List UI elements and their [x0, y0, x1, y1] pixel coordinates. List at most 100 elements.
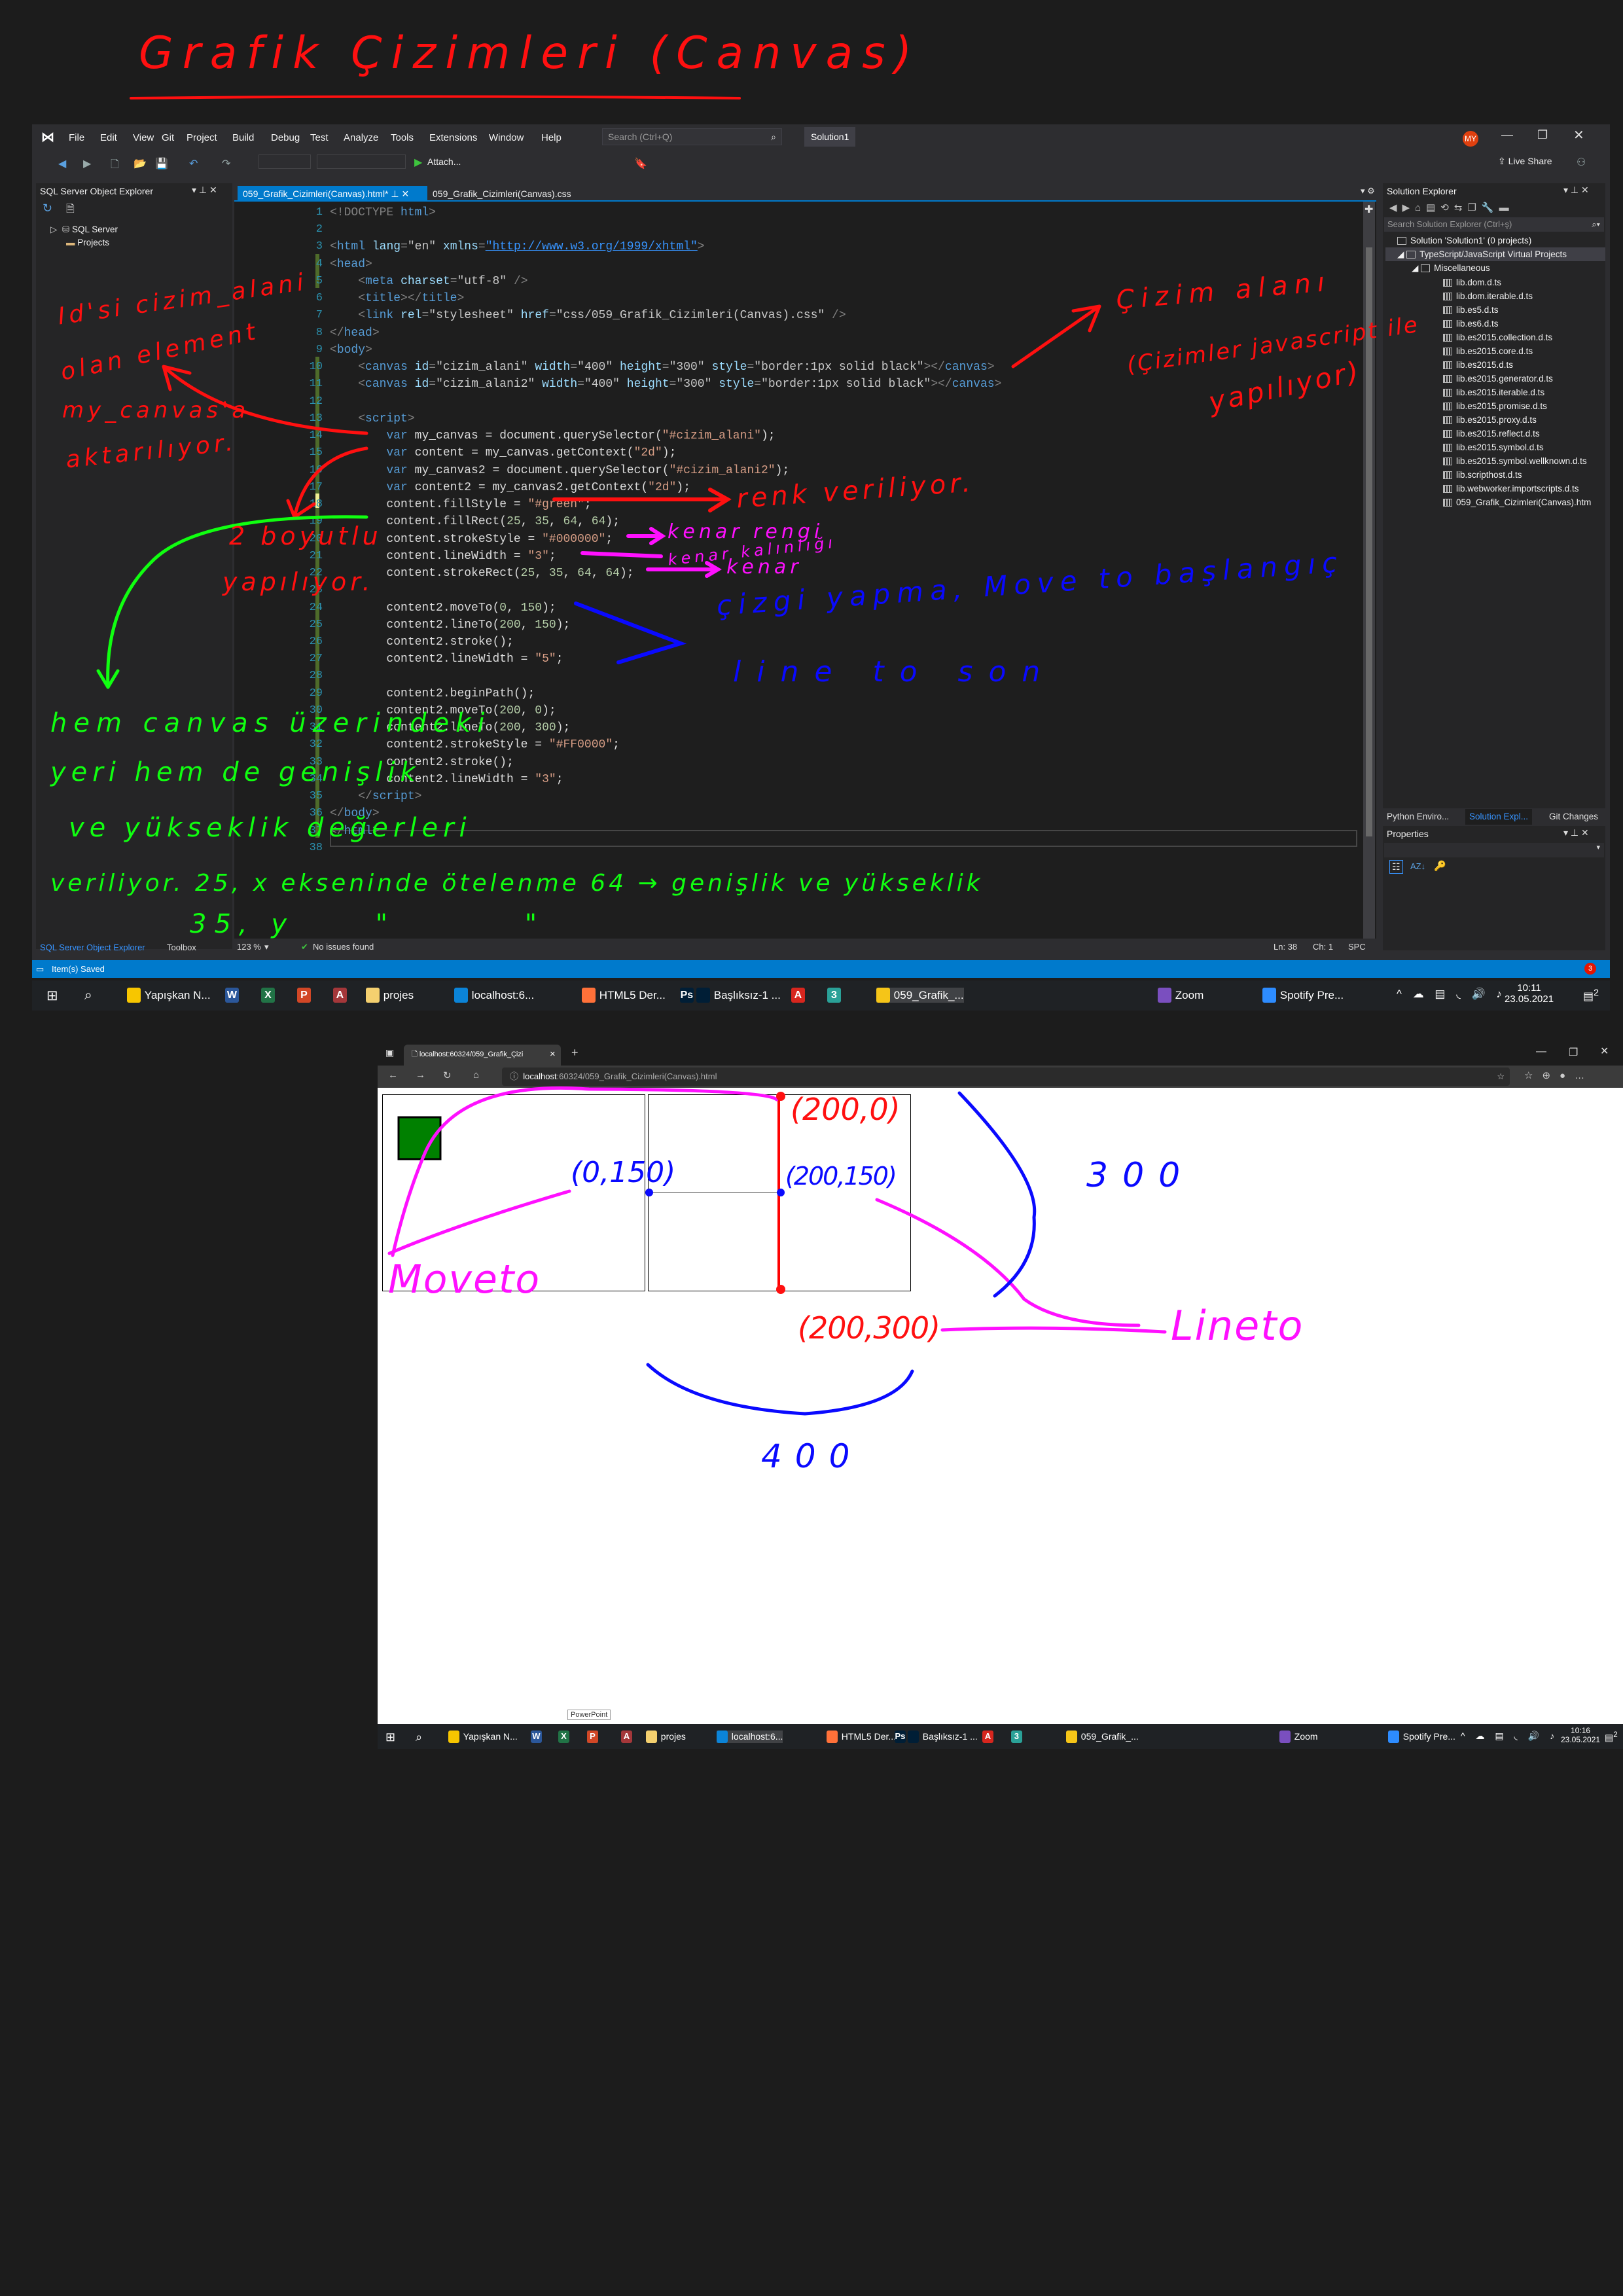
solution-file-item[interactable]: lib.es6.d.ts — [1443, 317, 1499, 331]
solution-file-item[interactable]: lib.dom.iterable.d.ts — [1443, 289, 1533, 303]
left-tab-sql[interactable]: SQL Server Object Explorer — [40, 942, 145, 952]
solution-search-input[interactable]: Search Solution Explorer (Ctrl+ş) ⌕▾ — [1384, 217, 1604, 232]
menu-file[interactable]: File — [69, 132, 84, 143]
solution-file-item[interactable]: lib.es2015.iterable.d.ts — [1443, 386, 1544, 399]
menu-extensions[interactable]: Extensions — [429, 132, 477, 143]
clock[interactable]: 10:16 23.05.2021 — [1561, 1726, 1600, 1744]
taskbar-app-10[interactable]: A — [982, 1731, 993, 1743]
panel-menu-icons[interactable]: ▾ ⊥ ✕ — [1563, 827, 1589, 838]
taskbar-app-7[interactable]: HTML5 Der... — [827, 1731, 896, 1743]
tab-overflow-icons[interactable]: ▾ ⚙ — [1361, 186, 1375, 196]
browser-tab[interactable]: 🗋 localhost:60324/059_Grafik_Çizi ✕ — [404, 1045, 561, 1066]
taskbar-app-3[interactable]: P — [297, 988, 311, 1003]
open-icon[interactable]: 📂 — [134, 157, 147, 170]
taskbar-app-7[interactable]: HTML5 Der... — [582, 988, 666, 1003]
taskbar-app-1[interactable]: W — [531, 1731, 542, 1743]
categorized-icon[interactable]: ☷ — [1389, 860, 1403, 874]
taskbar-app-1[interactable]: W — [225, 988, 239, 1003]
issues-status[interactable]: No issues found — [313, 940, 374, 954]
menu-project[interactable]: Project — [187, 132, 217, 143]
solution-file-item[interactable]: lib.es2015.d.ts — [1443, 358, 1513, 372]
taskbar-app-6[interactable]: localhost:6... — [717, 1731, 783, 1743]
solution-file-item[interactable]: lib.es2015.symbol.wellknown.d.ts — [1443, 454, 1587, 468]
taskbar-app-2[interactable]: X — [261, 988, 275, 1003]
back-icon[interactable]: ◀ — [58, 157, 66, 170]
bookmark-icon[interactable]: 🔖 — [634, 157, 647, 170]
virtual-projects-node[interactable]: ◢ TypeScript/JavaScript Virtual Projects — [1385, 247, 1605, 261]
add-server-icon[interactable]: 🗎 — [66, 202, 75, 219]
solution-file-item[interactable]: lib.es2015.collection.d.ts — [1443, 331, 1552, 344]
start-button[interactable]: ⊞ — [46, 988, 58, 1004]
minimize-button[interactable]: — — [1536, 1046, 1546, 1058]
back-icon[interactable]: ← — [388, 1069, 398, 1081]
solution-file-item[interactable]: lib.webworker.importscripts.d.ts — [1443, 482, 1579, 495]
start-button[interactable]: ⊞ — [385, 1731, 395, 1744]
menu-help[interactable]: Help — [541, 132, 562, 143]
solution-file-item[interactable]: lib.es2015.promise.d.ts — [1443, 399, 1547, 413]
forward-icon[interactable]: ▶ — [83, 157, 91, 170]
solution-node[interactable]: Solution 'Solution1' (0 projects) — [1397, 234, 1531, 247]
attach-button[interactable]: Attach... — [427, 156, 461, 167]
platform-dropdown[interactable] — [317, 154, 406, 169]
taskbar-app-8[interactable]: Ps — [895, 1731, 906, 1743]
taskbar-app-0[interactable]: Yapışkan N... — [127, 988, 211, 1003]
search-input[interactable]: Search (Ctrl+Q) ⌕ — [602, 128, 782, 145]
taskbar-app-8[interactable]: Ps — [680, 988, 694, 1003]
taskbar-app-9[interactable]: Başlıksız-1 ... — [908, 1731, 978, 1743]
system-tray[interactable]: ^ ☁ ▤ ◟ 🔊 ♪ — [1397, 988, 1506, 1001]
home-icon[interactable]: ⌂ — [473, 1069, 479, 1081]
pin-icon[interactable]: ⊥ — [391, 188, 399, 199]
tab-git-changes[interactable]: Git Changes — [1549, 809, 1598, 825]
taskbar-app-10[interactable]: A — [791, 988, 805, 1003]
solution-file-item[interactable]: lib.es2015.core.d.ts — [1443, 344, 1533, 358]
system-tray[interactable]: ^ ☁ ▤ ◟ 🔊 ♪ — [1461, 1731, 1558, 1742]
config-dropdown[interactable] — [259, 154, 311, 169]
minimize-button[interactable]: — — [1501, 128, 1513, 142]
user-avatar[interactable]: MY — [1463, 131, 1478, 147]
menu-view[interactable]: View — [133, 132, 154, 143]
taskbar-app-9[interactable]: Başlıksız-1 ... — [696, 988, 781, 1003]
menu-test[interactable]: Test — [310, 132, 329, 143]
taskbar-app-5[interactable]: projes — [366, 988, 414, 1003]
close-button[interactable]: ✕ — [1600, 1045, 1609, 1058]
redo-icon[interactable]: ↷ — [222, 157, 230, 170]
taskbar-app-6[interactable]: localhost:6... — [454, 988, 534, 1003]
solution-file-item[interactable]: lib.es2015.generator.d.ts — [1443, 372, 1553, 386]
solution-file-item[interactable]: lib.es2015.symbol.d.ts — [1443, 440, 1544, 454]
indent-mode[interactable]: SPC — [1348, 940, 1366, 954]
notification-center[interactable]: ▤2 — [1583, 988, 1599, 1003]
taskbar-app-4[interactable]: A — [333, 988, 347, 1003]
tab-python-env[interactable]: Python Enviro... — [1387, 809, 1449, 825]
solution-file-item[interactable]: lib.es2015.reflect.d.ts — [1443, 427, 1540, 440]
menu-build[interactable]: Build — [232, 132, 254, 143]
notification-badge[interactable]: 3 — [1584, 963, 1596, 975]
taskbar-app-12[interactable]: 059_Grafik_... — [876, 988, 964, 1003]
solution-file-item[interactable]: lib.es2015.proxy.d.ts — [1443, 413, 1537, 427]
save-icon[interactable]: 💾 — [155, 157, 168, 170]
close-button[interactable]: ✕ — [1573, 127, 1584, 143]
menu-tools[interactable]: Tools — [391, 132, 414, 143]
new-item-icon[interactable]: 🗋 — [111, 157, 119, 175]
solution-file-item[interactable]: lib.dom.d.ts — [1443, 276, 1501, 289]
tab-actions-icon[interactable]: ▣ — [385, 1047, 394, 1058]
live-share-button[interactable]: ⇪ Live Share — [1498, 156, 1552, 167]
feedback-icon[interactable]: ⚇ — [1577, 156, 1586, 169]
tab-solution-explorer[interactable]: Solution Expl... — [1465, 809, 1533, 825]
taskbar-app-0[interactable]: Yapışkan N... — [448, 1731, 518, 1743]
menu-window[interactable]: Window — [489, 132, 524, 143]
restore-button[interactable]: ❐ — [1569, 1046, 1578, 1059]
tree-item-projects[interactable]: ▬ Projects — [66, 236, 109, 249]
tab-html-file[interactable]: 059_Grafik_Cizimleri(Canvas).html* ⊥ ✕ — [238, 186, 427, 202]
panel-menu-icons[interactable]: ▾ ⊥ ✕ — [192, 185, 217, 196]
new-tab-button[interactable]: + — [571, 1046, 579, 1060]
line-number[interactable]: Ln: 38 — [1274, 940, 1297, 954]
column-number[interactable]: Ch: 1 — [1313, 940, 1333, 954]
panel-menu-icons[interactable]: ▾ ⊥ ✕ — [1563, 185, 1589, 196]
tab-close-icon[interactable]: ✕ — [550, 1045, 556, 1064]
taskbar-app-4[interactable]: A — [621, 1731, 632, 1743]
reload-icon[interactable]: ↻ — [443, 1069, 452, 1081]
clock[interactable]: 10:11 23.05.2021 — [1505, 982, 1554, 1005]
taskbar-app-14[interactable]: Spotify Pre... — [1388, 1731, 1455, 1743]
alphabetical-icon[interactable]: AZ↓ — [1410, 861, 1425, 871]
misc-node[interactable]: ◢ Miscellaneous — [1412, 261, 1490, 275]
